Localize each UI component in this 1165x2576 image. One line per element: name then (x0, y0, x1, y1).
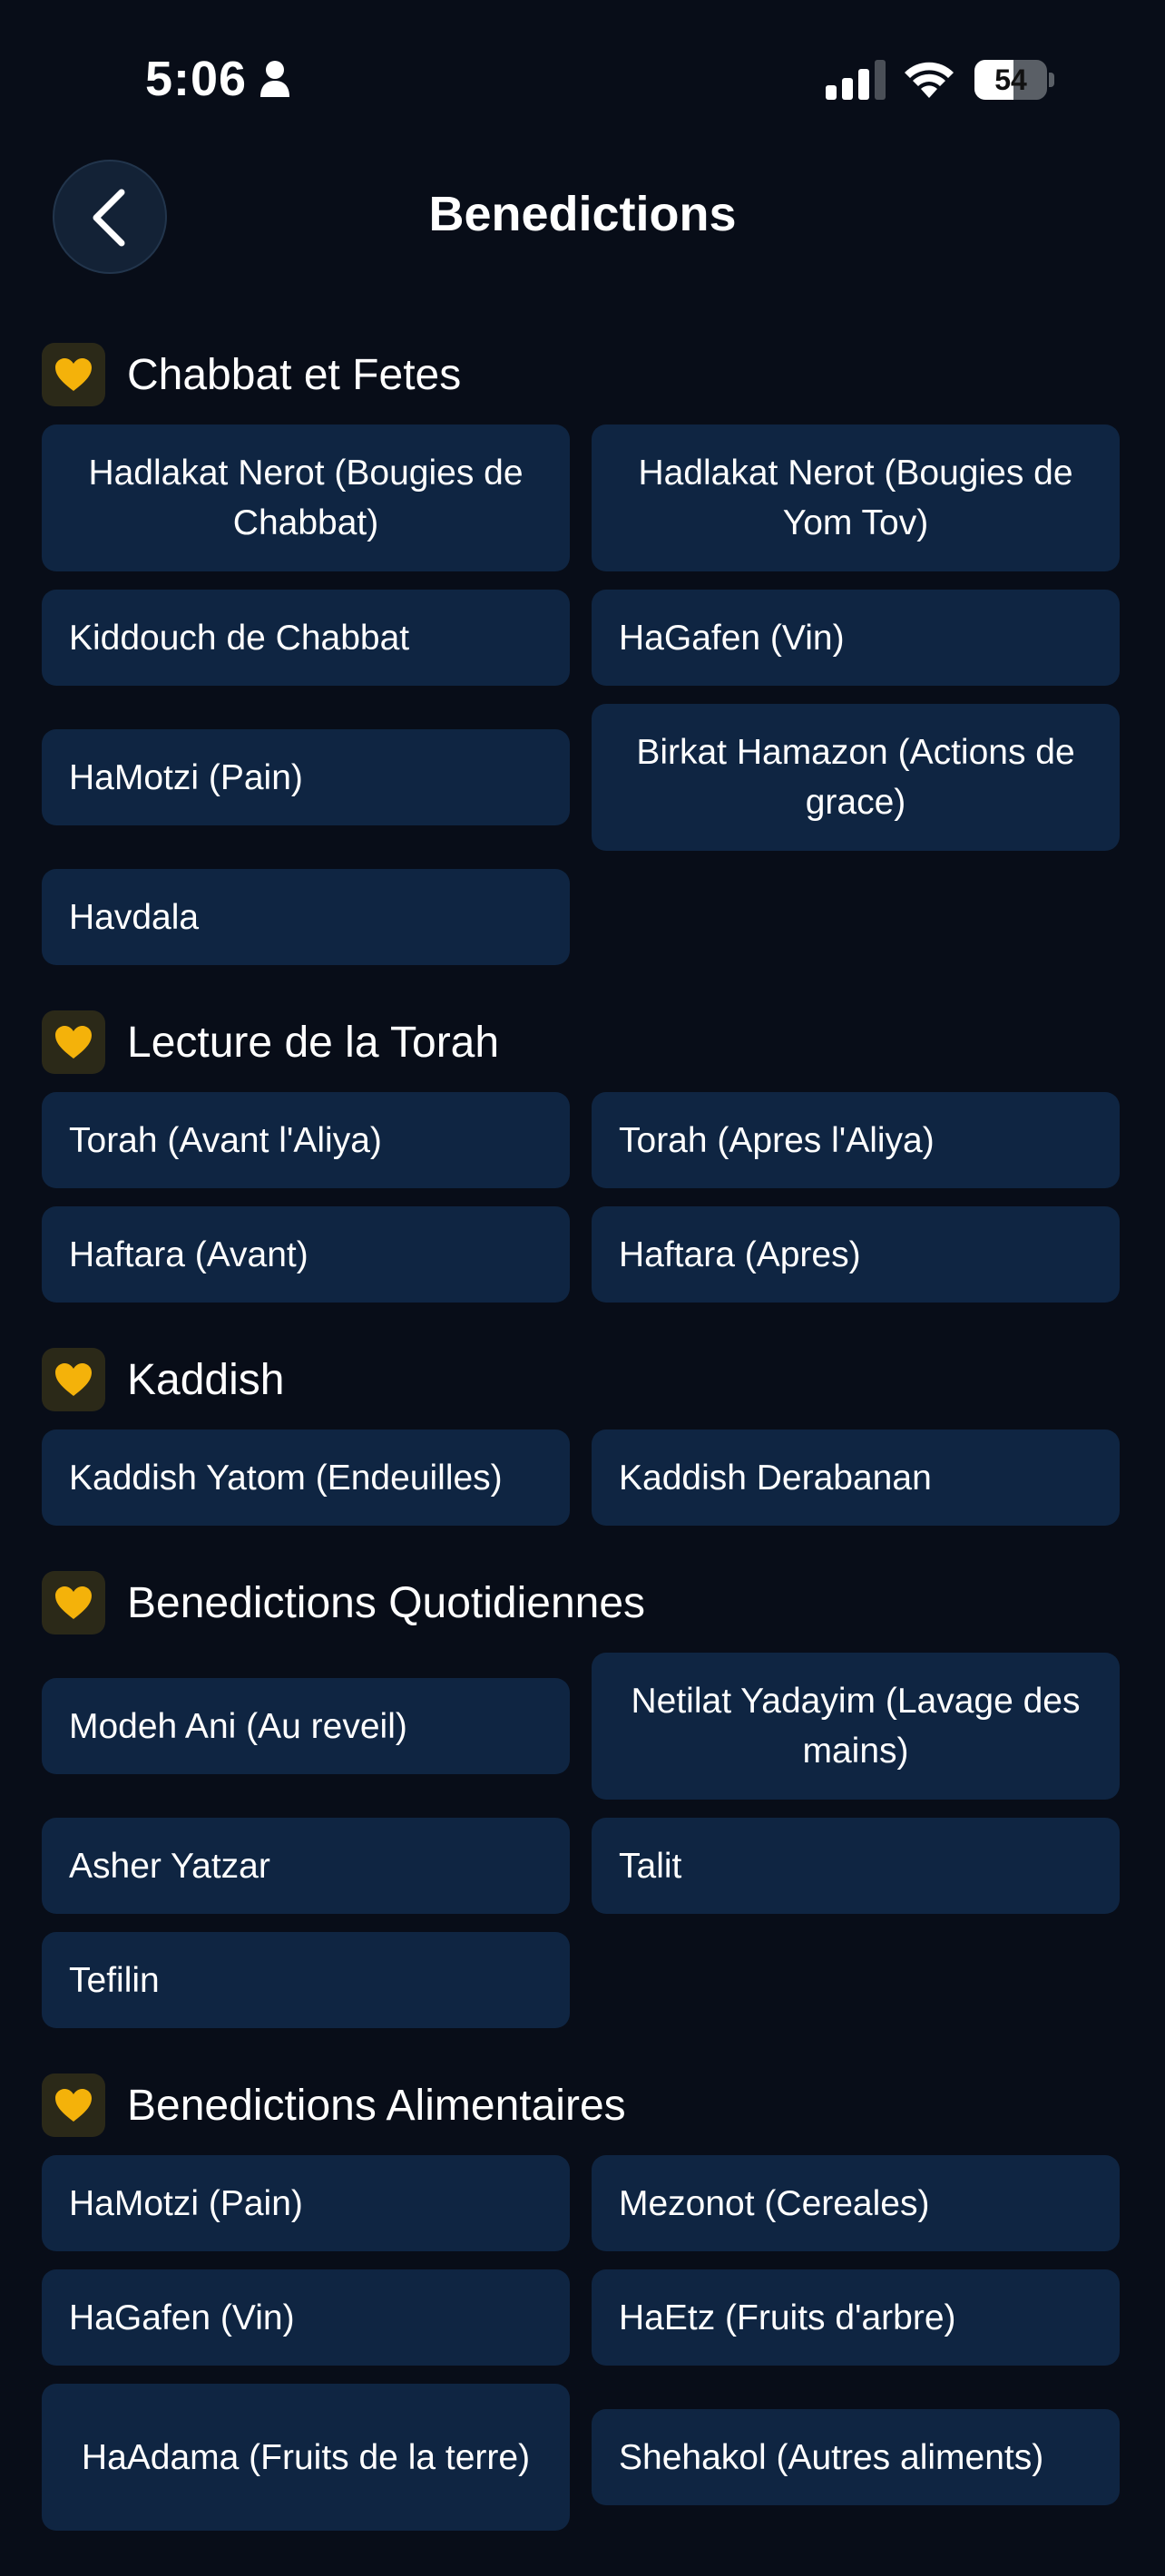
benediction-button[interactable]: Torah (Avant l'Aliya) (42, 1092, 570, 1188)
status-time: 5:06 (145, 52, 248, 106)
benediction-button[interactable]: Haftara (Apres) (592, 1206, 1120, 1303)
section-header: Benedictions Quotidiennes (42, 1571, 1121, 1634)
section-title: Benedictions Alimentaires (127, 2081, 626, 2130)
heart-icon (42, 1348, 105, 1411)
page-title: Benedictions (428, 187, 737, 241)
benedictions-list: Chabbat et Fetes Hadlakat Nerot (Bougies … (42, 343, 1121, 2576)
benediction-button[interactable]: Netilat Yadayim (Lavage des mains) (592, 1653, 1120, 1800)
heart-icon (42, 1010, 105, 1074)
wifi-icon (905, 62, 954, 98)
section-title: Kaddish (127, 1355, 285, 1404)
person-icon (260, 61, 289, 97)
benediction-grid: Hadlakat Nerot (Bougies de Chabbat) Hadla… (42, 424, 1121, 965)
section: Benedictions Alimentaires HaMotzi (Pain) M… (42, 2073, 1121, 2531)
benediction-button[interactable]: Kaddish Yatom (Endeuilles) (42, 1429, 570, 1526)
benediction-grid: Kaddish Yatom (Endeuilles) Kaddish Deraba… (42, 1429, 1121, 1526)
benediction-button[interactable]: Mezonot (Cereales) (592, 2155, 1120, 2251)
benediction-button[interactable]: Birkat Hamazon (Actions de grace) (592, 704, 1120, 851)
status-bar: 5:06 54 (0, 0, 1165, 136)
section: Lecture de la Torah Torah (Avant l'Aliya)… (42, 1010, 1121, 1303)
benediction-grid: Torah (Avant l'Aliya) Torah (Apres l'Aliy… (42, 1092, 1121, 1303)
benediction-button[interactable]: Haftara (Avant) (42, 1206, 570, 1303)
benediction-button[interactable]: Kiddouch de Chabbat (42, 590, 570, 686)
benediction-button[interactable]: Tefilin (42, 1932, 570, 2028)
benediction-button[interactable]: Hadlakat Nerot (Bougies de Yom Tov) (592, 424, 1120, 571)
cellular-signal-icon (826, 60, 886, 100)
benediction-button[interactable]: Hadlakat Nerot (Bougies de Chabbat) (42, 424, 570, 571)
benediction-button[interactable]: HaGafen (Vin) (42, 2269, 570, 2366)
heart-icon (42, 1571, 105, 1634)
benediction-button[interactable]: Asher Yatzar (42, 1818, 570, 1914)
benediction-button[interactable]: Kaddish Derabanan (592, 1429, 1120, 1526)
battery-percentage: 54 (994, 63, 1027, 96)
heart-icon (42, 343, 105, 406)
section-title: Benedictions Quotidiennes (127, 1578, 646, 1627)
heart-icon (42, 2073, 105, 2137)
section-header: Lecture de la Torah (42, 1010, 1121, 1074)
section: Benedictions Quotidiennes Modeh Ani (Au r… (42, 1571, 1121, 2028)
benediction-button[interactable]: Havdala (42, 869, 570, 965)
section-title: Chabbat et Fetes (127, 350, 462, 399)
benediction-button[interactable]: HaGafen (Vin) (592, 590, 1120, 686)
benediction-button[interactable]: HaMotzi (Pain) (42, 2155, 570, 2251)
section-header: Benedictions Alimentaires (42, 2073, 1121, 2137)
section-header: Kaddish (42, 1348, 1121, 1411)
benediction-button[interactable]: HaMotzi (Pain) (42, 729, 570, 825)
benediction-grid: HaMotzi (Pain) Mezonot (Cereales) HaGafen … (42, 2155, 1121, 2531)
section-title: Lecture de la Torah (127, 1018, 500, 1067)
section: Kaddish Kaddish Yatom (Endeuilles) Kaddish… (42, 1348, 1121, 1526)
benediction-grid: Modeh Ani (Au reveil) Netilat Yadayim (La… (42, 1653, 1121, 2028)
section-header: Chabbat et Fetes (42, 343, 1121, 406)
benediction-button[interactable]: Torah (Apres l'Aliya) (592, 1092, 1120, 1188)
benediction-button[interactable]: Shehakol (Autres aliments) (592, 2409, 1120, 2505)
battery-indicator: 54 (974, 60, 1054, 100)
benediction-button[interactable]: HaAdama (Fruits de la terre) (42, 2384, 570, 2531)
section: Chabbat et Fetes Hadlakat Nerot (Bougies … (42, 343, 1121, 965)
benediction-button[interactable]: Modeh Ani (Au reveil) (42, 1678, 570, 1774)
benediction-button[interactable]: Talit (592, 1818, 1120, 1914)
benediction-button[interactable]: HaEtz (Fruits d'arbre) (592, 2269, 1120, 2366)
